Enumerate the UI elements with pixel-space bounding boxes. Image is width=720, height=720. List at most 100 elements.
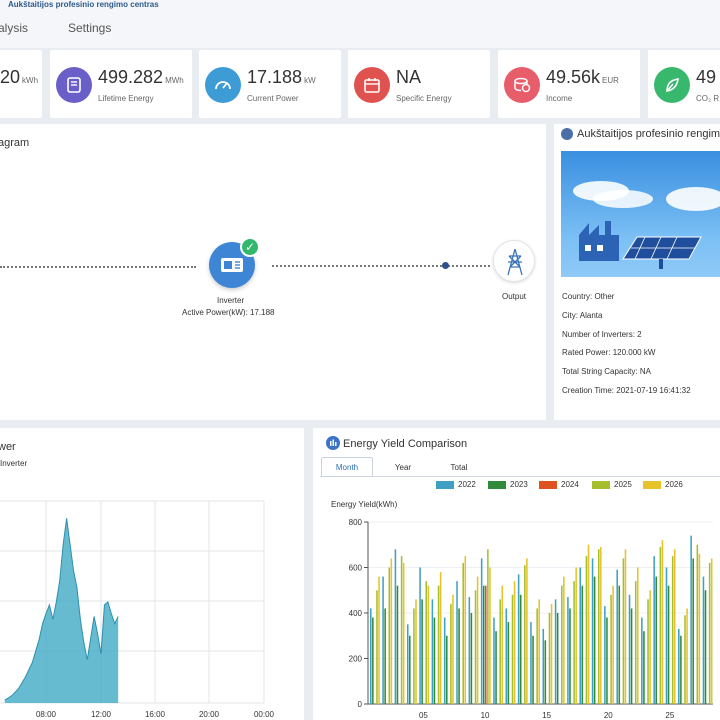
bar-2023-28 bbox=[704, 590, 707, 704]
inverter-active-power: Active Power(kW): 17.188 bbox=[182, 308, 275, 317]
bar-2022-07 bbox=[443, 617, 446, 704]
plant-creation-time: Creation Time: 2021-07-19 16:41:32 bbox=[562, 386, 691, 395]
panel-title: wer bbox=[0, 441, 16, 453]
bar-2026-24 bbox=[661, 540, 664, 704]
y-tick-label: 800 bbox=[349, 518, 363, 527]
bar-2025-13 bbox=[524, 565, 526, 704]
x-tick-label: 16:00 bbox=[145, 710, 166, 719]
bar-2026-09 bbox=[476, 576, 479, 704]
bar-2022-20 bbox=[604, 606, 606, 704]
bar-2023-21 bbox=[618, 585, 621, 704]
bar-2022-14 bbox=[530, 622, 532, 704]
bar-2025-03 bbox=[400, 556, 403, 704]
check-icon: ✓ bbox=[240, 237, 260, 257]
bar-2022-10 bbox=[480, 558, 483, 704]
kpi-value: NA bbox=[396, 67, 422, 87]
bar-2022-22 bbox=[628, 594, 631, 704]
kpi-value: 499.282 MWh bbox=[98, 67, 184, 87]
x-tick-label: 00:00 bbox=[254, 710, 275, 719]
legend-2025[interactable]: 2025 bbox=[592, 480, 632, 489]
bar-2025-27 bbox=[696, 544, 699, 704]
bar-2025-18 bbox=[585, 556, 588, 704]
bar-2026-18 bbox=[587, 544, 590, 704]
plant-title: Aukštaitijos profesinio rengim bbox=[577, 128, 720, 140]
bar-2023-09 bbox=[470, 613, 473, 704]
bar-2024-10 bbox=[485, 585, 487, 704]
tab-year[interactable]: Year bbox=[380, 457, 426, 477]
bar-2026-14 bbox=[538, 599, 540, 704]
tab-total[interactable]: Total bbox=[436, 457, 482, 477]
plant-rated-power: Rated Power: 120.000 kW bbox=[562, 348, 656, 357]
bar-2026-10 bbox=[489, 567, 491, 704]
bar-2025-23 bbox=[647, 599, 649, 704]
kpi-lifetime-energy: 499.282 MWh Lifetime Energy bbox=[50, 50, 192, 118]
bar-2025-24 bbox=[659, 547, 662, 704]
kpi-value: 20 kWh bbox=[0, 67, 39, 87]
plant-country: Country: Other bbox=[562, 292, 615, 301]
bar-2022-13 bbox=[517, 574, 520, 704]
bar-2022-16 bbox=[554, 599, 557, 704]
bar-2022-12 bbox=[505, 608, 508, 704]
bar-2022-26 bbox=[678, 628, 680, 704]
bar-2026-01 bbox=[378, 576, 380, 704]
bar-2023-17 bbox=[569, 608, 571, 704]
bar-2026-17 bbox=[575, 567, 577, 704]
kpi-value: 49 bbox=[696, 67, 717, 87]
bar-2026-21 bbox=[624, 549, 627, 704]
bar-2023-14 bbox=[532, 635, 534, 704]
bar-2022-24 bbox=[653, 556, 655, 704]
bar-2025-01 bbox=[376, 590, 378, 704]
tab-month[interactable]: Month bbox=[321, 457, 373, 477]
bar-2022-28 bbox=[702, 576, 705, 704]
coins-icon bbox=[504, 67, 540, 103]
legend-2024[interactable]: 2024 bbox=[539, 480, 579, 489]
x-tick-label: 05 bbox=[419, 711, 428, 720]
tab-settings[interactable]: Settings bbox=[68, 21, 111, 35]
bar-2023-23 bbox=[643, 631, 645, 704]
bar-2026-22 bbox=[637, 567, 639, 704]
flow-dot bbox=[442, 262, 449, 269]
leaf-icon bbox=[654, 67, 690, 103]
bar-2023-07 bbox=[445, 635, 448, 704]
bar-2025-28 bbox=[708, 562, 711, 704]
energy-chart: 800 600 400 200 0 05 10 15 20 25 bbox=[349, 518, 713, 720]
bar-2023-08 bbox=[458, 608, 460, 704]
y-tick-label: 0 bbox=[358, 700, 363, 709]
people-icon bbox=[561, 128, 573, 140]
bar-2023-05 bbox=[421, 599, 423, 704]
bar-2025-04 bbox=[413, 608, 415, 704]
bar-2026-25 bbox=[673, 549, 676, 704]
bar-2022-18 bbox=[579, 567, 582, 704]
legend-2023[interactable]: 2023 bbox=[488, 480, 528, 489]
bar-2025-05 bbox=[425, 581, 428, 704]
bar-2022-01 bbox=[370, 608, 372, 704]
tab-analysis[interactable]: alysis bbox=[0, 21, 28, 35]
bar-2025-22 bbox=[634, 581, 637, 704]
bar-2023-20 bbox=[606, 617, 608, 704]
bar-2026-23 bbox=[649, 590, 651, 704]
meter-icon bbox=[56, 67, 92, 103]
legend-inverter[interactable]: Inverter bbox=[0, 459, 27, 468]
brand-title: Aukštaitijos profesinio rengimo centras bbox=[8, 0, 159, 9]
transmission-tower-icon[interactable] bbox=[493, 240, 535, 282]
legend-2022[interactable]: 2022 bbox=[436, 480, 476, 489]
bar-2026-05 bbox=[427, 585, 430, 704]
calendar-icon bbox=[354, 67, 390, 103]
power-chart: 08:00 12:00 16:00 20:00 00:00 bbox=[0, 500, 275, 719]
energy-ylabel: Energy Yield(kWh) bbox=[331, 500, 398, 509]
bar-2025-26 bbox=[684, 615, 686, 704]
bar-2025-12 bbox=[511, 594, 514, 704]
energy-yield-title: Energy Yield Comparison bbox=[343, 438, 468, 450]
bar-2025-08 bbox=[462, 562, 464, 704]
bar-2022-17 bbox=[567, 597, 569, 704]
legend-2026[interactable]: 2026 bbox=[643, 480, 683, 489]
gauge-icon bbox=[205, 67, 241, 103]
bar-2026-28 bbox=[710, 558, 713, 704]
bar-2023-16 bbox=[556, 613, 559, 704]
bar-2025-20 bbox=[610, 594, 612, 704]
bar-2023-04 bbox=[409, 635, 411, 704]
kpi-co2-reduction: 49 CO₂ R bbox=[648, 50, 720, 118]
y-tick-label: 600 bbox=[349, 564, 363, 573]
kpi-value: 17.188 kW bbox=[247, 67, 316, 87]
bar-2026-12 bbox=[513, 581, 516, 704]
